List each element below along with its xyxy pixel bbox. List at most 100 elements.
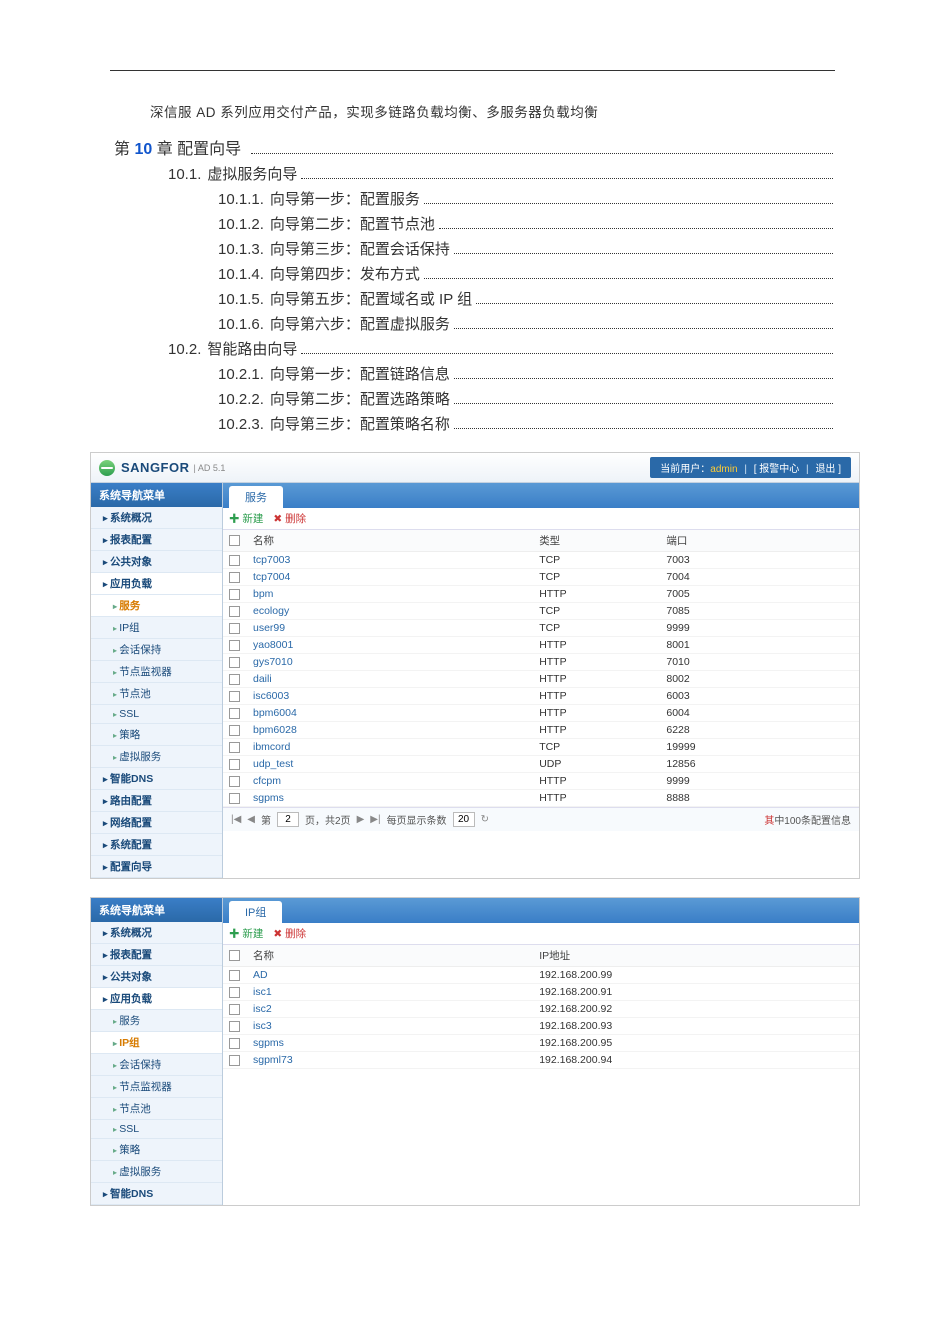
row-checkbox[interactable]: [229, 674, 240, 685]
sidebar-item[interactable]: 智能DNS: [91, 768, 222, 790]
sidebar-item[interactable]: SSL: [91, 705, 222, 724]
sidebar-item[interactable]: 网络配置: [91, 812, 222, 834]
row-checkbox[interactable]: [229, 1038, 240, 1049]
cell[interactable]: user99: [247, 620, 533, 637]
sidebar-item[interactable]: 应用负载: [91, 988, 222, 1010]
row-checkbox[interactable]: [229, 793, 240, 804]
sidebar-item[interactable]: 公共对象: [91, 966, 222, 988]
row-checkbox[interactable]: [229, 606, 240, 617]
sidebar-item[interactable]: 服务: [91, 1010, 222, 1032]
sidebar-item[interactable]: IP组: [91, 617, 222, 639]
add-button[interactable]: 新建: [229, 511, 263, 526]
cell[interactable]: cfcpm: [247, 773, 533, 790]
toc-subsection[interactable]: 10.2.3.向导第三步：配置策略名称: [218, 413, 450, 434]
per-page-input[interactable]: [453, 812, 475, 827]
row-checkbox[interactable]: [229, 555, 240, 566]
toc-subsection[interactable]: 10.2.2.向导第二步：配置选路策略: [218, 388, 450, 409]
tab-ipgroup[interactable]: IP组: [229, 901, 282, 923]
row-checkbox[interactable]: [229, 1055, 240, 1066]
sidebar-item[interactable]: 策略: [91, 1139, 222, 1161]
refresh-button[interactable]: ↻: [481, 814, 489, 825]
cell[interactable]: tcp7003: [247, 552, 533, 569]
row-checkbox[interactable]: [229, 970, 240, 981]
sidebar-item[interactable]: 公共对象: [91, 551, 222, 573]
cell[interactable]: bpm: [247, 586, 533, 603]
sidebar-item[interactable]: 路由配置: [91, 790, 222, 812]
sidebar-item[interactable]: 节点池: [91, 683, 222, 705]
cell[interactable]: isc6003: [247, 688, 533, 705]
cell[interactable]: daili: [247, 671, 533, 688]
cell[interactable]: udp_test: [247, 756, 533, 773]
row-checkbox[interactable]: [229, 572, 240, 583]
sidebar-item[interactable]: 智能DNS: [91, 1183, 222, 1205]
row-checkbox[interactable]: [229, 759, 240, 770]
sidebar-item[interactable]: 节点监视器: [91, 661, 222, 683]
sidebar-item[interactable]: 系统配置: [91, 834, 222, 856]
row-checkbox[interactable]: [229, 1021, 240, 1032]
sidebar-item[interactable]: 节点监视器: [91, 1076, 222, 1098]
sidebar-item[interactable]: 节点池: [91, 1098, 222, 1120]
cell[interactable]: gys7010: [247, 654, 533, 671]
toc-subsection[interactable]: 10.2.1.向导第一步：配置链路信息: [218, 363, 450, 384]
delete-button[interactable]: 删除: [273, 926, 306, 941]
toc-section[interactable]: 10.2.智能路由向导: [168, 338, 297, 359]
cell[interactable]: tcp7004: [247, 569, 533, 586]
row-checkbox[interactable]: [229, 725, 240, 736]
page-input[interactable]: [277, 812, 299, 827]
sidebar-item[interactable]: IP组: [91, 1032, 222, 1054]
row-checkbox[interactable]: [229, 776, 240, 787]
sidebar-item[interactable]: SSL: [91, 1120, 222, 1139]
sidebar-item[interactable]: 会话保持: [91, 1054, 222, 1076]
sidebar-item[interactable]: 会话保持: [91, 639, 222, 661]
cell[interactable]: ecology: [247, 603, 533, 620]
sidebar-item[interactable]: 虚拟服务: [91, 1161, 222, 1183]
cell[interactable]: isc2: [247, 1001, 533, 1018]
toc-subsection[interactable]: 10.1.2.向导第二步：配置节点池: [218, 213, 435, 234]
cell[interactable]: bpm6004: [247, 705, 533, 722]
sidebar-item[interactable]: 应用负载: [91, 573, 222, 595]
alarm-link[interactable]: [ 报警中心: [754, 464, 800, 475]
page-last[interactable]: ▶|: [370, 814, 380, 825]
row-checkbox[interactable]: [229, 623, 240, 634]
sidebar-item[interactable]: 虚拟服务: [91, 746, 222, 768]
logout-link[interactable]: 退出 ]: [815, 464, 841, 475]
toc-subsection[interactable]: 10.1.1.向导第一步：配置服务: [218, 188, 420, 209]
toc-subsection[interactable]: 10.1.3.向导第三步：配置会话保持: [218, 238, 450, 259]
sidebar-item[interactable]: 系统概况: [91, 507, 222, 529]
toc-subsection[interactable]: 10.1.5.向导第五步：配置域名或 IP 组: [218, 288, 472, 309]
cell[interactable]: sgpms: [247, 790, 533, 807]
sidebar-item[interactable]: 策略: [91, 724, 222, 746]
row-checkbox[interactable]: [229, 657, 240, 668]
sidebar-item[interactable]: 报表配置: [91, 529, 222, 551]
cell[interactable]: ibmcord: [247, 739, 533, 756]
cell[interactable]: sgpml73: [247, 1052, 533, 1069]
sidebar-item[interactable]: 报表配置: [91, 944, 222, 966]
sidebar-item[interactable]: 配置向导: [91, 856, 222, 878]
page-next[interactable]: ▶: [357, 814, 365, 825]
cell[interactable]: AD: [247, 967, 533, 984]
row-checkbox[interactable]: [229, 589, 240, 600]
sidebar-item[interactable]: 系统概况: [91, 922, 222, 944]
toc-subsection[interactable]: 10.1.6.向导第六步：配置虚拟服务: [218, 313, 450, 334]
row-checkbox[interactable]: [229, 987, 240, 998]
add-button[interactable]: 新建: [229, 926, 263, 941]
toc-section[interactable]: 10.1.虚拟服务向导: [168, 163, 297, 184]
cell[interactable]: bpm6028: [247, 722, 533, 739]
cell[interactable]: isc1: [247, 984, 533, 1001]
cell[interactable]: yao8001: [247, 637, 533, 654]
page-first[interactable]: |◀: [231, 814, 241, 825]
row-checkbox[interactable]: [229, 742, 240, 753]
row-checkbox[interactable]: [229, 640, 240, 651]
sidebar-item[interactable]: 服务: [91, 595, 222, 617]
page-prev[interactable]: ◀: [247, 814, 255, 825]
select-all-checkbox[interactable]: [229, 535, 240, 546]
toc-subsection[interactable]: 10.1.4.向导第四步：发布方式: [218, 263, 420, 284]
cell[interactable]: isc3: [247, 1018, 533, 1035]
cell[interactable]: sgpms: [247, 1035, 533, 1052]
row-checkbox[interactable]: [229, 1004, 240, 1015]
row-checkbox[interactable]: [229, 691, 240, 702]
tab-services[interactable]: 服务: [229, 486, 283, 508]
delete-button[interactable]: 删除: [273, 511, 306, 526]
row-checkbox[interactable]: [229, 708, 240, 719]
select-all-checkbox[interactable]: [229, 950, 240, 961]
